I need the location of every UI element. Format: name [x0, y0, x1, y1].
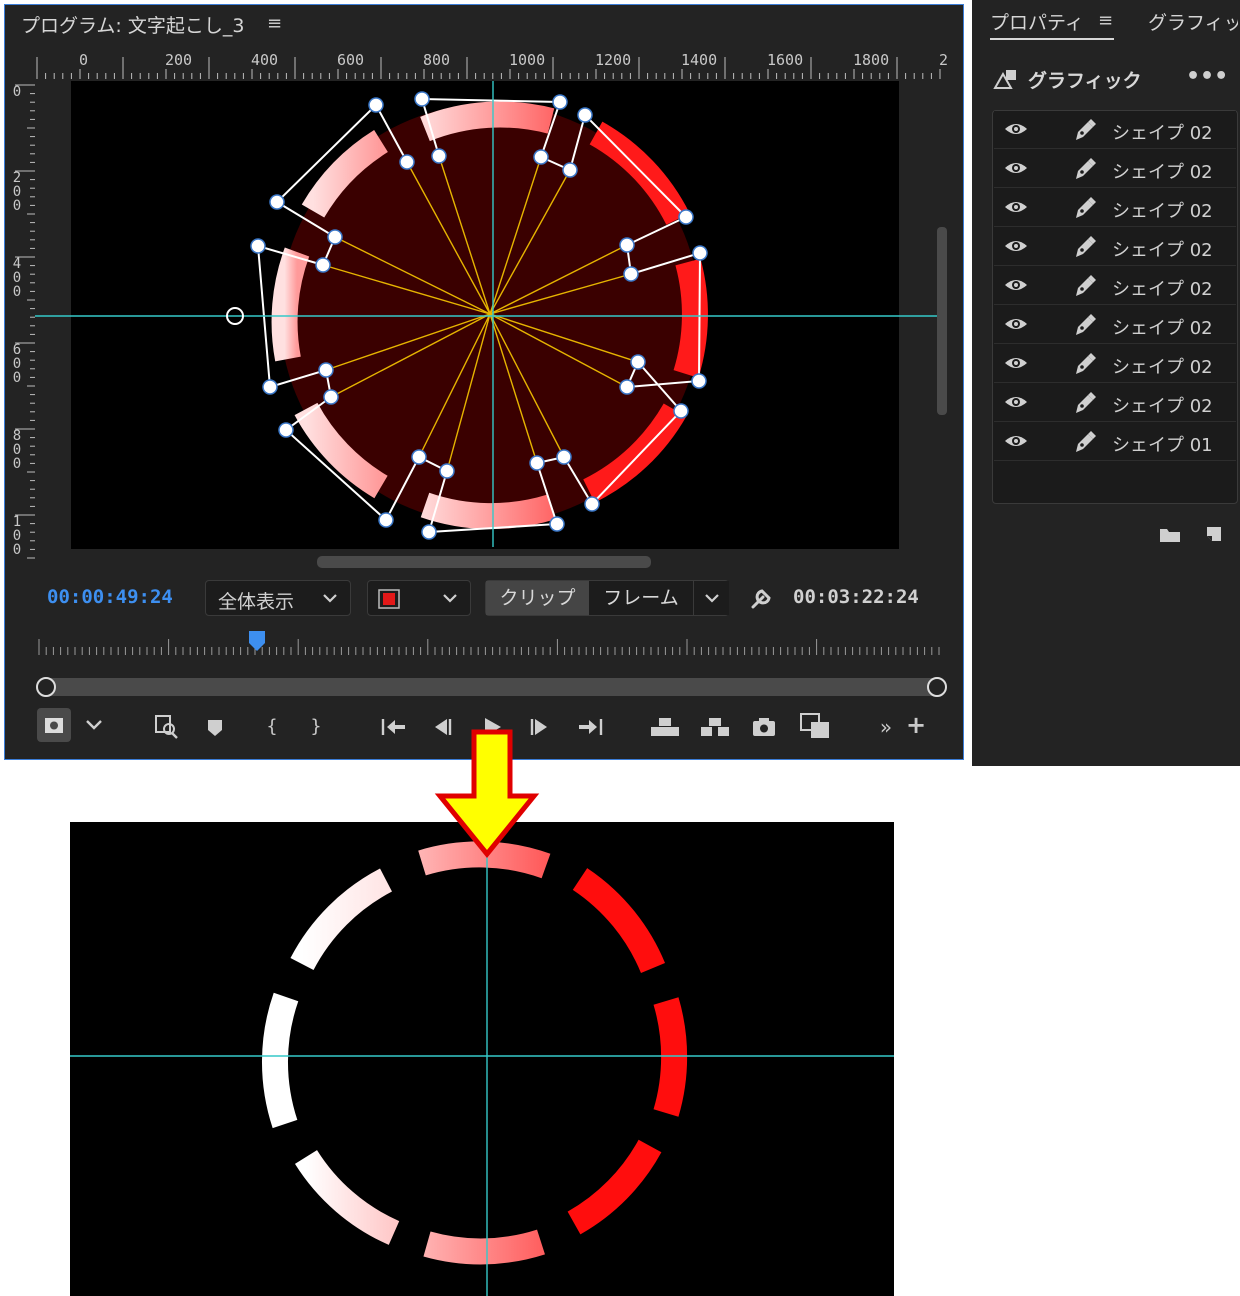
panel-title: プログラム: 文字起こし_3 — [21, 15, 245, 37]
layer-row[interactable]: シェイプ 02 — [994, 189, 1236, 227]
vertical-ruler-label: 600 — [12, 342, 22, 386]
vertical-ruler-label: 100 — [12, 514, 22, 558]
viewer-canvas — [35, 81, 947, 549]
ruler-label: 1000 — [509, 51, 546, 69]
layer-row[interactable]: シェイプ 02 — [994, 111, 1236, 149]
layer-label: シェイプ 02 — [1112, 279, 1213, 300]
pen-tool-icon — [1076, 353, 1096, 374]
ruler-label: 1800 — [853, 51, 890, 69]
tab-graphics[interactable]: グラフィッ — [1148, 8, 1238, 35]
mini-timeline-ruler[interactable] — [33, 633, 945, 661]
zoom-scroll-bar[interactable] — [41, 678, 941, 696]
ruler-label: 1600 — [767, 51, 804, 69]
result-preview — [70, 729, 894, 1296]
playhead-marker[interactable] — [247, 629, 267, 655]
vertical-ruler-ticks — [15, 84, 35, 559]
panel-menu-icon[interactable]: ≡ — [267, 13, 282, 34]
layer-row[interactable]: シェイプ 02 — [994, 267, 1236, 305]
chevron-down-icon — [323, 594, 337, 603]
vertical-ruler-label: 0 — [12, 84, 22, 100]
ruler-label: 400 — [251, 51, 279, 69]
chevron-down-icon — [705, 594, 719, 603]
eye-icon[interactable] — [1004, 314, 1028, 334]
layer-row[interactable]: シェイプ 01 — [994, 423, 1236, 461]
graphics-shapes-icon — [993, 70, 1016, 89]
layer-label: シェイプ 02 — [1112, 240, 1213, 261]
layer-label: シェイプ 01 — [1112, 435, 1213, 456]
zoom-dropdown-label: 全体表示 — [218, 591, 295, 613]
zoom-handle-left[interactable] — [36, 677, 56, 697]
pen-tool-icon — [1076, 431, 1096, 452]
vertical-ruler-label: 400 — [12, 256, 22, 300]
pen-tool-icon — [1076, 119, 1096, 140]
wrench-icon[interactable] — [749, 585, 775, 611]
pen-tool-icon — [1076, 314, 1096, 335]
eye-icon[interactable] — [1004, 119, 1028, 139]
pen-tool-icon — [1076, 275, 1096, 296]
layer-row[interactable]: シェイプ 02 — [994, 228, 1236, 266]
zoom-dropdown[interactable]: 全体表示 — [205, 580, 351, 616]
ruler-label: 1200 — [595, 51, 632, 69]
program-viewer[interactable] — [35, 77, 947, 555]
horizontal-scrollbar[interactable] — [317, 556, 651, 568]
tab-properties[interactable]: プロパティ — [990, 8, 1084, 35]
eye-icon[interactable] — [1004, 158, 1028, 178]
vertical-ruler: 0 200 400 600 800 100 — [7, 81, 35, 565]
eye-icon[interactable] — [1004, 275, 1028, 295]
layer-label: シェイプ 02 — [1112, 357, 1213, 378]
layer-row[interactable]: シェイプ 02 — [994, 345, 1236, 383]
layer-row[interactable]: シェイプ 02 — [994, 150, 1236, 188]
result-frame — [70, 822, 894, 1296]
vertical-ruler-label: 800 — [12, 428, 22, 472]
panel-menu-icon[interactable]: ≡ — [1098, 10, 1113, 31]
ruler-label: 800 — [423, 51, 451, 69]
ruler-label: 1400 — [681, 51, 718, 69]
vertical-scrollbar[interactable] — [937, 227, 947, 415]
layer-label: シェイプ 02 — [1112, 201, 1213, 222]
pen-tool-icon — [1076, 197, 1096, 218]
record-icon — [378, 589, 400, 609]
segment-frame[interactable]: フレーム — [589, 581, 693, 615]
ruler-label: 200 — [165, 51, 193, 69]
layer-row[interactable]: シェイプ 02 — [994, 306, 1236, 344]
chevron-down-icon — [443, 594, 457, 603]
ruler-label: 600 — [337, 51, 365, 69]
eye-icon[interactable] — [1004, 236, 1028, 256]
duration-timecode: 00:03:22:24 — [793, 586, 919, 608]
eye-icon[interactable] — [1004, 431, 1028, 451]
eye-icon[interactable] — [1004, 353, 1028, 373]
horizontal-ruler: 0 200 400 600 800 1000 1200 1400 1600 1800 2 — [33, 49, 949, 79]
layer-row[interactable]: シェイプ 02 — [994, 384, 1236, 422]
quality-dropdown[interactable] — [367, 580, 471, 616]
new-layer-icon[interactable] — [1204, 524, 1224, 544]
pen-tool-icon — [1076, 392, 1096, 413]
segment-clip[interactable]: クリップ — [486, 581, 589, 615]
active-tab-underline — [990, 38, 1114, 40]
ruler-label: 0 — [79, 51, 89, 69]
pen-tool-icon — [1076, 158, 1096, 179]
ellipsis-icon[interactable]: ••• — [1186, 64, 1228, 89]
segment-dropdown[interactable] — [693, 581, 729, 615]
ruler-label: 2 — [939, 51, 949, 69]
folder-icon[interactable] — [1158, 524, 1182, 544]
zoom-handle-right[interactable] — [927, 677, 947, 697]
layer-label: シェイプ 02 — [1112, 162, 1213, 183]
current-timecode[interactable]: 00:00:49:24 — [47, 586, 173, 608]
clip-frame-toggle: クリップ フレーム — [485, 580, 729, 616]
eye-icon[interactable] — [1004, 392, 1028, 412]
layer-label: シェイプ 02 — [1112, 123, 1213, 144]
section-title: グラフィック — [1028, 70, 1142, 92]
eye-icon[interactable] — [1004, 197, 1028, 217]
pen-tool-icon — [1076, 236, 1096, 257]
vertical-ruler-label: 200 — [12, 170, 22, 214]
program-monitor-panel: プログラム: 文字起こし_3 ≡ 0 200 400 600 800 1000 1200 14… — [4, 4, 964, 760]
layer-label: シェイプ 02 — [1112, 396, 1213, 417]
layer-label: シェイプ 02 — [1112, 318, 1213, 339]
